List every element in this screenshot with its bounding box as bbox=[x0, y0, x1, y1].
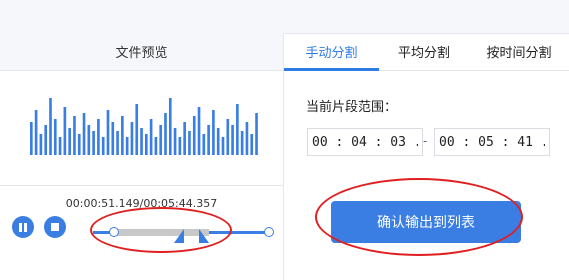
segment-end-time-input[interactable] bbox=[434, 128, 550, 156]
waveform-bar bbox=[154, 137, 158, 155]
stop-icon bbox=[51, 223, 59, 231]
tab-average-split-label: 平均分割 bbox=[397, 46, 450, 61]
waveform-bar bbox=[77, 134, 81, 155]
top-strip bbox=[0, 0, 569, 34]
pause-button[interactable] bbox=[12, 216, 34, 238]
waveform-bar bbox=[82, 113, 86, 155]
waveform-bar bbox=[149, 119, 153, 155]
tab-time-split[interactable]: 按时间分割 bbox=[469, 33, 569, 70]
timeline-end-handle[interactable] bbox=[264, 227, 274, 237]
waveform-bar bbox=[207, 125, 210, 155]
waveform-bar bbox=[173, 128, 177, 155]
waveform-bar bbox=[212, 110, 215, 155]
waveform-bar bbox=[178, 137, 182, 155]
waveform-bar bbox=[245, 122, 249, 155]
stop-button[interactable] bbox=[44, 216, 66, 238]
timeline-start-handle[interactable] bbox=[109, 227, 119, 237]
waveform-bar bbox=[34, 110, 38, 155]
tab-time-split-label: 按时间分割 bbox=[486, 46, 552, 61]
waveform-bar bbox=[87, 125, 91, 155]
waveform-bar bbox=[58, 137, 62, 155]
waveform-bar bbox=[183, 122, 186, 155]
waveform-bar bbox=[197, 107, 201, 155]
segment-end-marker[interactable] bbox=[199, 229, 209, 243]
panel-divider bbox=[283, 33, 284, 280]
audio-waveform bbox=[30, 98, 258, 155]
waveform-bar bbox=[221, 137, 225, 155]
waveform-bar bbox=[68, 128, 71, 155]
tab-average-split[interactable]: 平均分割 bbox=[379, 33, 469, 70]
waveform-bar bbox=[159, 125, 163, 155]
waveform-bar bbox=[145, 134, 148, 155]
waveform-bar bbox=[236, 104, 239, 155]
range-separator: - bbox=[423, 134, 428, 148]
waveform-bar bbox=[92, 131, 95, 155]
segment-start-time-input[interactable] bbox=[307, 128, 423, 156]
waveform-bar bbox=[97, 119, 100, 155]
pause-icon bbox=[19, 222, 27, 232]
waveform-bar bbox=[106, 110, 110, 155]
waveform-bar bbox=[188, 131, 191, 155]
file-preview-header: 文件预览 bbox=[0, 33, 283, 71]
waveform-bar bbox=[44, 125, 48, 155]
tab-manual-split[interactable]: 手动分割 bbox=[284, 33, 379, 71]
waveform-bar bbox=[140, 128, 143, 155]
waveform-bar bbox=[192, 116, 196, 155]
waveform-bar bbox=[53, 119, 57, 155]
waveform-bar bbox=[101, 137, 105, 155]
waveform-bar bbox=[125, 137, 129, 155]
confirm-output-button[interactable]: 确认输出到列表 bbox=[331, 201, 521, 243]
preview-separator bbox=[0, 185, 283, 186]
timeline-selection bbox=[114, 229, 209, 236]
waveform-bar bbox=[39, 134, 43, 155]
current-range-label: 当前片段范围： bbox=[306, 100, 398, 115]
waveform-bar bbox=[216, 128, 220, 155]
waveform-bar bbox=[130, 122, 134, 155]
waveform-bar bbox=[116, 131, 119, 155]
file-preview-title: 文件预览 bbox=[115, 46, 168, 61]
waveform-bar bbox=[73, 116, 76, 155]
waveform-bar bbox=[240, 131, 244, 155]
tab-manual-split-label: 手动分割 bbox=[305, 46, 358, 61]
segment-start-marker[interactable] bbox=[174, 229, 184, 243]
waveform-bar bbox=[63, 107, 67, 155]
waveform-bar bbox=[226, 119, 230, 155]
waveform-bar bbox=[121, 116, 124, 155]
waveform-bar bbox=[164, 113, 167, 155]
waveform-bar bbox=[255, 113, 258, 155]
waveform-bar bbox=[135, 104, 139, 155]
playback-timecode: 00:00:51.149/00:05:44.357 bbox=[65, 197, 218, 210]
waveform-bar bbox=[168, 98, 172, 155]
waveform-bar bbox=[202, 134, 206, 155]
waveform-bar bbox=[111, 122, 115, 155]
waveform-bar bbox=[30, 122, 33, 155]
waveform-bar bbox=[49, 98, 52, 155]
waveform-bar bbox=[250, 134, 254, 155]
waveform-bar bbox=[231, 125, 234, 155]
split-mode-tabs: 手动分割 平均分割 按时间分割 bbox=[284, 33, 569, 71]
